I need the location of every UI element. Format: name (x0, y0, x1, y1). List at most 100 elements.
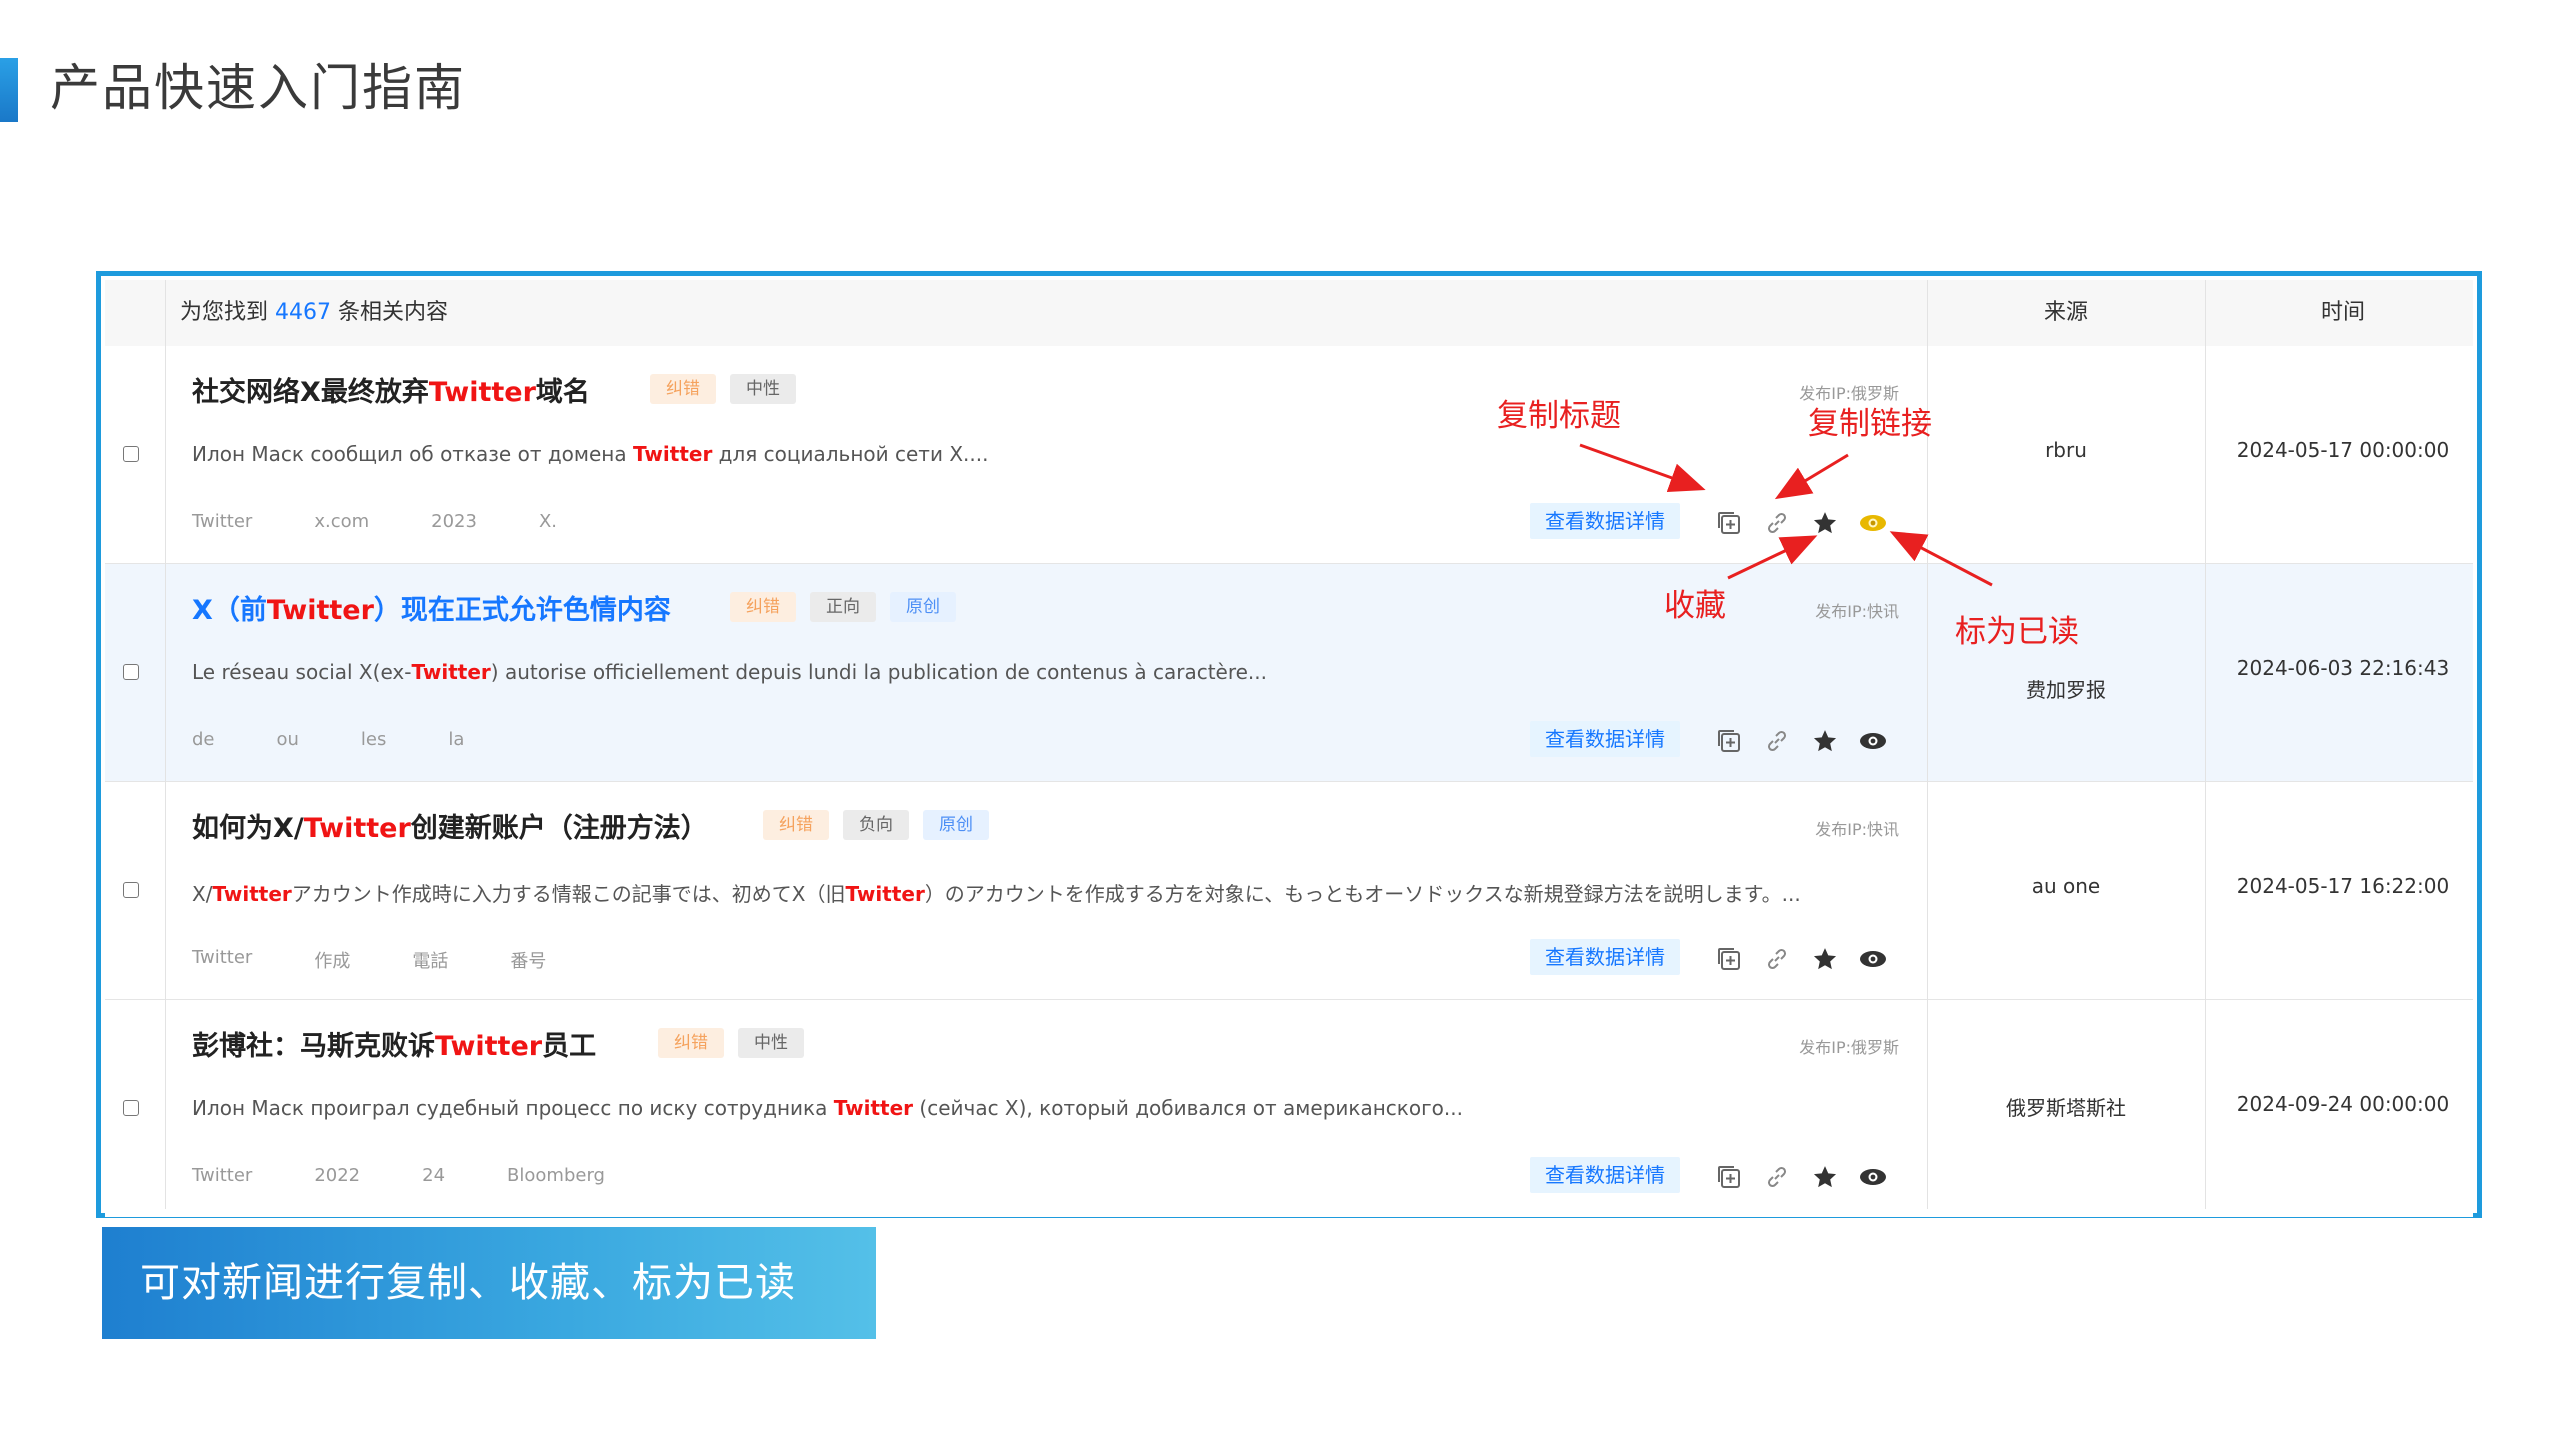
row-source: au one (2031, 874, 2101, 898)
keyword-list: Twitter x.com 2023 X. (192, 511, 619, 532)
tag-original: 原创 (890, 592, 956, 622)
title-accent-bar (0, 58, 18, 122)
view-details-button[interactable]: 查看数据详情 (1530, 721, 1680, 757)
column-header-source: 来源 (2043, 300, 2088, 325)
table-row: 社交网络X最终放弃Twitter域名 纠错 中性 发布IP:俄罗斯 Илон М… (105, 346, 2473, 564)
tag-sentiment: 正向 (810, 592, 876, 622)
results-frame: 为您找到 4467 条相关内容 来源 时间 社交网络X最终放弃Twitter域名… (96, 271, 2482, 1218)
tag-correction[interactable]: 纠错 (763, 810, 829, 840)
link-icon[interactable] (1760, 724, 1794, 758)
row-checkbox[interactable] (123, 446, 139, 462)
tag-list: 纠错 中性 (658, 1028, 804, 1058)
row-time: 2024-06-03 22:16:43 (2236, 656, 2450, 680)
tag-sentiment: 中性 (738, 1028, 804, 1058)
view-details-button[interactable]: 查看数据详情 (1530, 939, 1680, 975)
keyword: x.com (314, 511, 370, 532)
view-details-button[interactable]: 查看数据详情 (1530, 1157, 1680, 1193)
star-icon[interactable] (1808, 942, 1842, 976)
row-source: rbru (2045, 438, 2087, 462)
column-divider (2205, 280, 2206, 1209)
row-actions (1712, 506, 1890, 540)
link-icon[interactable] (1760, 942, 1794, 976)
eye-icon[interactable] (1856, 1160, 1890, 1194)
copy-title-icon[interactable] (1712, 942, 1746, 976)
row-summary: X/Twitterアカウント作成時に入力する情報この記事では、初めてX（旧Twi… (192, 882, 1801, 906)
keyword: X. (538, 511, 558, 532)
row-summary: Илон Маск проиграл судебный процесс по и… (192, 1096, 1463, 1120)
annotation-copy-link: 复制链接 (1808, 406, 1932, 442)
row-checkbox[interactable] (123, 664, 139, 680)
row-source: 俄罗斯塔斯社 (2006, 1096, 2126, 1120)
keyword: Bloomberg (507, 1165, 605, 1186)
keyword: 24 (422, 1165, 446, 1186)
row-time: 2024-09-24 00:00:00 (2236, 1092, 2450, 1116)
table-row: X（前Twitter）现在正式允许色情内容 纠错 正向 原创 发布IP:快讯 L… (105, 564, 2473, 782)
row-summary: Le réseau social X(ex-Twitter) autorise … (192, 660, 1268, 684)
row-actions (1712, 942, 1890, 976)
eye-icon[interactable] (1856, 506, 1890, 540)
keyword: 2022 (314, 1165, 361, 1186)
star-icon[interactable] (1808, 724, 1842, 758)
keyword: les (360, 729, 387, 750)
row-actions (1712, 724, 1890, 758)
row-title[interactable]: 彭博社：马斯克败诉Twitter员工 (192, 1024, 596, 1063)
copy-title-icon[interactable] (1712, 1160, 1746, 1194)
keyword: la (448, 729, 465, 750)
keyword: Twitter (192, 511, 253, 532)
keyword: 作成 (314, 951, 351, 972)
row-time: 2024-05-17 16:22:00 (2236, 874, 2450, 898)
link-icon[interactable] (1760, 506, 1794, 540)
result-count: 4467 (275, 300, 332, 325)
publish-ip: 发布IP:俄罗斯 (1799, 1038, 1899, 1057)
tag-list: 纠错 负向 原创 (763, 810, 989, 840)
keyword-list: Twitter 2022 24 Bloomberg (192, 1165, 667, 1186)
keyword: Twitter (192, 947, 253, 968)
table-row: 彭博社：马斯克败诉Twitter员工 纠错 中性 发布IP:俄罗斯 Илон М… (105, 1000, 2473, 1217)
publish-ip: 发布IP:快讯 (1815, 820, 1899, 839)
star-icon[interactable] (1808, 506, 1842, 540)
row-summary: Илон Маск сообщил об отказе от домена Tw… (192, 442, 989, 466)
keyword: de (192, 729, 215, 750)
annotation-favorite: 收藏 (1664, 588, 1726, 624)
table-header: 为您找到 4467 条相关内容 来源 时间 (105, 280, 2473, 347)
result-count-text: 为您找到 4467 条相关内容 (180, 300, 449, 325)
publish-ip: 发布IP:快讯 (1815, 602, 1899, 621)
keyword-list: de ou les la (192, 729, 526, 750)
tag-sentiment: 中性 (730, 374, 796, 404)
tag-correction[interactable]: 纠错 (658, 1028, 724, 1058)
row-time: 2024-05-17 00:00:00 (2236, 438, 2450, 462)
column-header-time: 时间 (2320, 300, 2365, 325)
tag-sentiment: 负向 (843, 810, 909, 840)
table-row: 如何为X/Twitter创建新账户（注册方法） 纠错 负向 原创 发布IP:快讯… (105, 782, 2473, 1000)
keyword: ou (276, 729, 299, 750)
eye-icon[interactable] (1856, 942, 1890, 976)
link-icon[interactable] (1760, 1160, 1794, 1194)
row-source: 费加罗报 (2026, 678, 2106, 702)
keyword-list: Twitter 作成 電話 番号 (192, 947, 608, 973)
row-title[interactable]: 如何为X/Twitter创建新账户（注册方法） (192, 806, 708, 845)
tag-original: 原创 (923, 810, 989, 840)
feature-banner: 可对新闻进行复制、收藏、标为已读 (102, 1227, 876, 1339)
copy-title-icon[interactable] (1712, 724, 1746, 758)
keyword: 番号 (510, 951, 547, 972)
copy-title-icon[interactable] (1712, 506, 1746, 540)
star-icon[interactable] (1808, 1160, 1842, 1194)
row-title[interactable]: X（前Twitter）现在正式允许色情内容 (192, 588, 671, 627)
results-table: 为您找到 4467 条相关内容 来源 时间 社交网络X最终放弃Twitter域名… (105, 280, 2473, 1217)
row-checkbox[interactable] (123, 882, 139, 898)
keyword: Twitter (192, 1165, 253, 1186)
keyword: 電話 (412, 951, 449, 972)
tag-list: 纠错 正向 原创 (730, 592, 956, 622)
annotation-mark-read: 标为已读 (1955, 614, 2079, 650)
row-actions (1712, 1160, 1890, 1194)
tag-correction[interactable]: 纠错 (650, 374, 716, 404)
eye-icon[interactable] (1856, 724, 1890, 758)
tag-list: 纠错 中性 (650, 374, 796, 404)
annotation-copy-title: 复制标题 (1497, 398, 1621, 434)
view-details-button[interactable]: 查看数据详情 (1530, 503, 1680, 539)
row-checkbox[interactable] (123, 1100, 139, 1116)
tag-correction[interactable]: 纠错 (730, 592, 796, 622)
column-divider (165, 280, 166, 1209)
row-title[interactable]: 社交网络X最终放弃Twitter域名 (192, 370, 590, 409)
keyword: 2023 (431, 511, 477, 532)
